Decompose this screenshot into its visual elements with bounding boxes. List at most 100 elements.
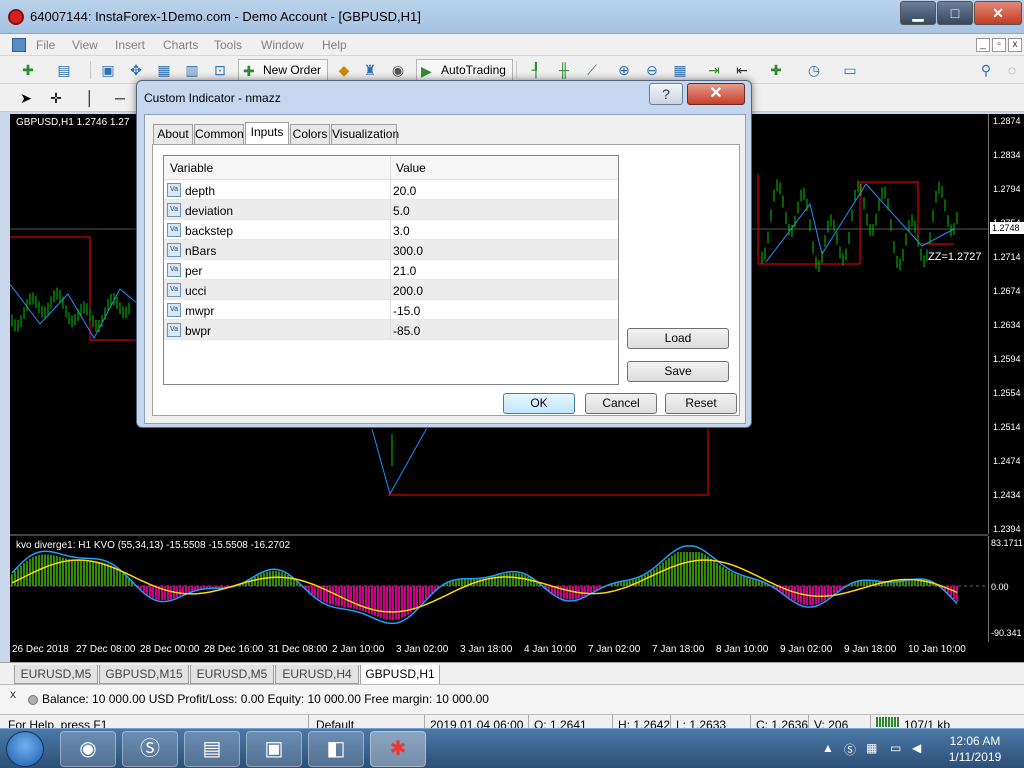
dialog-close-button[interactable]: ✕ <box>687 83 745 105</box>
time-tick-label: 26 Dec 2018 <box>12 644 69 655</box>
new-order-button[interactable]: ✚ New Order <box>238 59 329 81</box>
menu-insert[interactable]: Insert <box>115 38 145 52</box>
status-bar: For Help, press F1 Default 2019.01.04 06… <box>0 714 1024 728</box>
input-value[interactable]: 21.0 <box>393 264 416 278</box>
input-value[interactable]: 5.0 <box>393 204 410 218</box>
input-row[interactable]: Va nBars 300.0 <box>164 240 618 260</box>
input-value[interactable]: 300.0 <box>393 244 423 258</box>
bar-chart-icon[interactable]: ┦ <box>526 60 546 80</box>
input-value[interactable]: -15.0 <box>393 304 420 318</box>
dialog-help-button[interactable]: ? <box>649 83 683 105</box>
input-row[interactable]: Va deviation 5.0 <box>164 200 618 220</box>
tray-network-icon[interactable]: ▦ <box>866 741 877 755</box>
mdi-close-button[interactable]: x <box>1008 38 1022 52</box>
templates-icon[interactable]: ▭ <box>840 60 860 80</box>
zoom-in-icon[interactable]: ⊕ <box>614 60 634 80</box>
tab-visualization[interactable]: Visualization <box>331 124 399 144</box>
terminal-close-button[interactable]: x <box>10 687 16 701</box>
menu-file[interactable]: File <box>36 38 55 52</box>
candlestick-icon[interactable]: ╫ <box>554 60 574 80</box>
menu-help[interactable]: Help <box>322 38 347 52</box>
new-chart-icon[interactable]: ✚ <box>18 60 38 80</box>
chrome-taskbar-icon[interactable]: ◉ <box>60 731 116 767</box>
metatrader-taskbar-icon[interactable]: ✱ <box>370 731 426 767</box>
search-icon[interactable]: ⚲ <box>976 60 996 80</box>
save-button[interactable]: Save <box>627 361 729 382</box>
tray-display-icon[interactable]: ▭ <box>890 741 901 755</box>
navigator-icon[interactable]: ▦ <box>154 60 174 80</box>
terminal-icon[interactable]: ▥ <box>182 60 202 80</box>
tray-volume-icon[interactable]: ◀ <box>912 741 921 755</box>
tray-skype-icon[interactable]: Ⓢ <box>844 741 856 758</box>
tab-eurusd-m5-2[interactable]: EURUSD,M5 <box>190 665 274 684</box>
tab-eurusd-m5[interactable]: EURUSD,M5 <box>14 665 98 684</box>
inputs-grid[interactable]: Variable Value Va depth 20.0 Va deviatio… <box>163 155 619 385</box>
archive-taskbar-icon[interactable]: ▣ <box>246 731 302 767</box>
chat-icon[interactable]: ◌ <box>1002 60 1022 80</box>
menu-window[interactable]: Window <box>261 38 304 52</box>
status-help: For Help, press F1 <box>8 718 108 728</box>
metaeditor-icon[interactable]: ◆ <box>334 60 354 80</box>
horizontal-line-icon[interactable]: ─ <box>110 88 130 108</box>
strategy-tester-icon[interactable]: ⊡ <box>210 60 230 80</box>
minimize-button[interactable]: ▁ <box>900 1 936 25</box>
autoscroll-icon[interactable]: ⇤ <box>732 60 752 80</box>
profiles-icon[interactable]: ▤ <box>54 60 74 80</box>
mdi-minimize-button[interactable]: _ <box>976 38 990 52</box>
cancel-button[interactable]: Cancel <box>585 393 657 414</box>
tab-colors[interactable]: Colors <box>290 124 330 144</box>
input-value[interactable]: -85.0 <box>393 324 420 338</box>
tile-windows-icon[interactable]: ▦ <box>670 60 690 80</box>
maximize-button[interactable]: □ <box>937 1 973 25</box>
signals-icon[interactable]: ♜ <box>360 60 380 80</box>
input-row[interactable]: Va per 21.0 <box>164 260 618 280</box>
input-row[interactable]: Va backstep 3.0 <box>164 220 618 240</box>
start-button[interactable] <box>6 731 44 767</box>
input-value[interactable]: 20.0 <box>393 184 416 198</box>
tab-inputs[interactable]: Inputs <box>245 122 289 145</box>
ok-button[interactable]: OK <box>503 393 575 414</box>
tab-gbpusd-m15[interactable]: GBPUSD,M15 <box>99 665 189 684</box>
tab-about[interactable]: About <box>153 124 193 144</box>
skype-taskbar-icon[interactable]: Ⓢ <box>122 731 178 767</box>
tab-common[interactable]: Common <box>194 124 244 144</box>
menu-tools[interactable]: Tools <box>214 38 242 52</box>
value-column-header[interactable]: Value <box>396 161 426 175</box>
vertical-line-icon[interactable]: │ <box>80 88 100 108</box>
taskbar-clock[interactable]: 12:06 AM 1/11/2019 <box>940 733 1010 765</box>
tab-gbpusd-h1[interactable]: GBPUSD,H1 <box>360 665 440 685</box>
chart-shift-icon[interactable]: ⇥ <box>704 60 724 80</box>
explorer-taskbar-icon[interactable]: ▤ <box>184 731 240 767</box>
data-window-icon[interactable]: ✥ <box>126 60 146 80</box>
indicators-icon[interactable]: ✚ <box>766 60 786 80</box>
tray-expand-icon[interactable]: ▲ <box>822 741 834 755</box>
market-icon[interactable]: ◉ <box>388 60 408 80</box>
close-window-button[interactable]: ✕ <box>974 1 1022 25</box>
line-chart-icon[interactable]: ⟋ <box>582 60 602 80</box>
input-value[interactable]: 200.0 <box>393 284 423 298</box>
app-logo-icon <box>8 9 24 25</box>
menu-view[interactable]: View <box>72 38 98 52</box>
input-row[interactable]: Va bwpr -85.0 <box>164 320 618 340</box>
market-watch-icon[interactable]: ▣ <box>98 60 118 80</box>
autotrading-button[interactable]: ▶ AutoTrading <box>416 59 513 81</box>
variable-column-header[interactable]: Variable <box>170 161 213 175</box>
reset-button[interactable]: Reset <box>665 393 737 414</box>
load-button[interactable]: Load <box>627 328 729 349</box>
value-type-icon: Va <box>167 223 181 237</box>
price-tick-label: 1.2514 <box>993 422 1021 432</box>
cursor-icon[interactable]: ➤ <box>16 88 36 108</box>
input-row[interactable]: Va ucci 200.0 <box>164 280 618 300</box>
time-tick-label: 28 Dec 00:00 <box>140 644 200 655</box>
periods-icon[interactable]: ◷ <box>804 60 824 80</box>
mdi-restore-button[interactable]: ▫ <box>992 38 1006 52</box>
crosshair-icon[interactable]: ✛ <box>46 88 66 108</box>
value-type-icon: Va <box>167 323 181 337</box>
tab-eurusd-h4[interactable]: EURUSD,H4 <box>275 665 359 684</box>
menu-charts[interactable]: Charts <box>163 38 198 52</box>
notes-taskbar-icon[interactable]: ◧ <box>308 731 364 767</box>
input-row[interactable]: Va depth 20.0 <box>164 180 618 200</box>
zoom-out-icon[interactable]: ⊖ <box>642 60 662 80</box>
input-value[interactable]: 3.0 <box>393 224 410 238</box>
input-row[interactable]: Va mwpr -15.0 <box>164 300 618 320</box>
